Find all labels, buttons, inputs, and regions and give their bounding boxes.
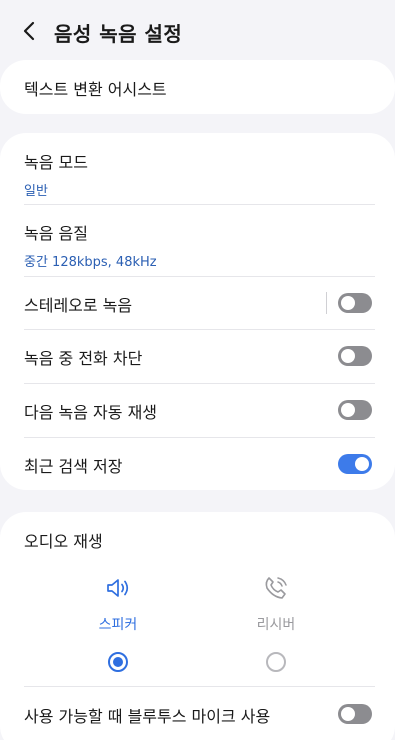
bluetooth-mic-row[interactable]: 사용 가능할 때 블루투스 마이크 사용 [24,703,371,727]
divider [24,383,375,384]
recording-mode-label: 녹음 모드 [24,153,88,172]
recording-settings-card: 녹음 모드 일반 녹음 음질 중간 128kbps, 48kHz 스테레오로 녹… [0,133,395,490]
receiver-option[interactable]: 리시버 [236,574,316,672]
voice-recorder-settings-page: 음성 녹음 설정 텍스트 변환 어시스트 녹음 모드 일반 녹음 음질 중간 1… [0,0,395,740]
divider [24,329,375,330]
speaker-icon [78,574,158,602]
block-calls-toggle[interactable] [338,346,372,366]
save-recent-search-toggle[interactable] [338,454,372,474]
assist-label: 텍스트 변환 어시스트 [24,80,167,99]
speaker-label: 스피커 [98,617,138,633]
divider [24,276,375,277]
divider [24,437,375,438]
back-button[interactable] [14,16,44,46]
header: 음성 녹음 설정 [0,0,395,60]
save-recent-search-label: 최근 검색 저장 [24,457,123,476]
bluetooth-mic-label: 사용 가능할 때 블루투스 마이크 사용 [24,707,271,726]
receiver-label: 리시버 [256,617,296,633]
divider [24,686,375,687]
recording-mode-row[interactable]: 녹음 모드 일반 [24,149,371,199]
page-title: 음성 녹음 설정 [54,22,183,46]
autoplay-next-label: 다음 녹음 자동 재생 [24,403,158,422]
toggle-knob [341,403,355,417]
audio-playback-title-row: 오디오 재생 [24,528,371,552]
toggle-knob [341,296,355,310]
divider [24,204,375,205]
audio-playback-card: 오디오 재생 스피커 리시버 사용 가능할 때 블루투스 마이크 사용 [0,512,395,740]
block-calls-row[interactable]: 녹음 중 전화 차단 [24,345,371,369]
recording-quality-label: 녹음 음질 [24,224,88,243]
recording-mode-value: 일반 [24,184,48,199]
stereo-row[interactable]: 스테레오로 녹음 [24,292,371,316]
autoplay-next-toggle[interactable] [338,400,372,420]
recording-quality-row[interactable]: 녹음 음질 중간 128kbps, 48kHz [24,220,371,270]
phone-receiver-icon [236,574,316,602]
stereo-label: 스테레오로 녹음 [24,296,133,315]
speaker-option[interactable]: 스피커 [78,574,158,672]
assist-row[interactable]: 텍스트 변환 어시스트 [24,76,371,100]
toggle-knob [341,349,355,363]
speaker-radio[interactable] [108,652,128,672]
autoplay-next-row[interactable]: 다음 녹음 자동 재생 [24,399,371,423]
audio-playback-title: 오디오 재생 [24,532,103,551]
block-calls-label: 녹음 중 전화 차단 [24,349,143,368]
receiver-radio[interactable] [266,652,286,672]
stereo-toggle[interactable] [338,293,372,313]
chevron-left-icon[interactable] [22,21,36,41]
assist-card[interactable]: 텍스트 변환 어시스트 [0,60,395,114]
save-recent-search-row[interactable]: 최근 검색 저장 [24,453,371,477]
bluetooth-mic-toggle[interactable] [338,704,372,724]
vertical-separator [326,292,327,314]
recording-quality-value: 중간 128kbps, 48kHz [24,255,157,270]
toggle-knob [355,457,369,471]
toggle-knob [341,707,355,721]
